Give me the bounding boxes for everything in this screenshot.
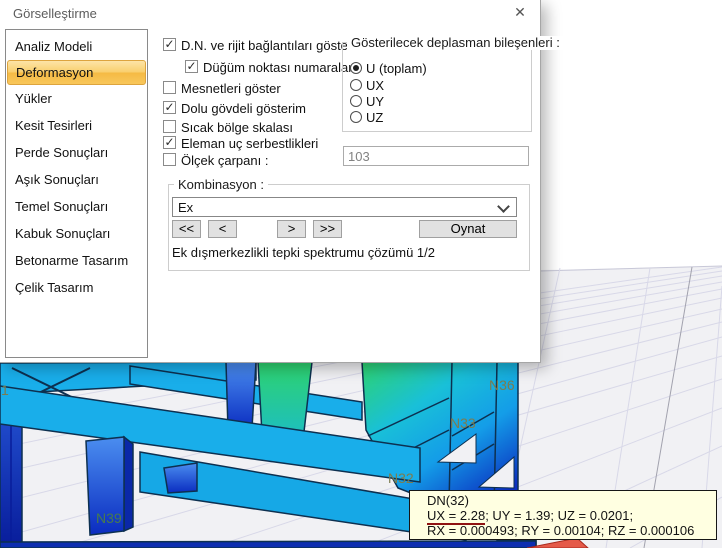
beam-bottom-edge [0,540,537,548]
combination-dropdown[interactable]: Ex [172,197,517,217]
checkbox-node-numbers-label: Düğüm noktası numaraları [203,60,357,75]
play-button[interactable]: Oynat [419,220,517,238]
next-step-button[interactable]: > [277,220,306,238]
tooltip-node-id: DN(32) [427,493,469,508]
combination-selected-value: Ex [178,200,194,215]
column-n39-side [123,435,134,533]
checkbox-scale-factor[interactable] [163,153,176,166]
sidebar-item-perde-sonuclari[interactable]: Perde Sonuçları [6,139,147,166]
radio-uz[interactable] [350,111,362,123]
checkbox-end-releases[interactable]: ✓ [163,136,176,149]
combination-status-text: Ek dışmerkezlikli tepki spektrumu çözümü… [172,245,435,260]
node-label-n39: N39 [96,510,122,526]
sidebar-item-celik-tasarim[interactable]: Çelik Tasarım [6,274,147,301]
sidebar-item-betonarme-tasarim[interactable]: Betonarme Tasarım [6,247,147,274]
sidebar-item-kabuk-sonuclari[interactable]: Kabuk Sonuçları [6,220,147,247]
checkbox-dn-rijit-label: D.N. ve rijit bağlantıları göster [181,38,353,53]
checkbox-dn-rijit[interactable]: ✓ [163,38,176,51]
checkbox-solid-body-label: Dolu gövdeli gösterim [181,101,307,116]
radio-uy[interactable] [350,95,362,107]
radio-uz-label: UZ [366,110,384,125]
radio-uy-label: UY [366,94,385,109]
node-label-partial: 1 [1,382,9,398]
radio-ux[interactable] [350,79,362,91]
visualization-dialog: Görselleştirme ✕ Analiz Modeli Deformasy… [0,0,564,363]
sidebar-item-temel-sonuclari[interactable]: Temel Sonuçları [6,193,147,220]
checkbox-hot-zone[interactable] [163,120,176,133]
last-step-button[interactable]: >> [313,220,342,238]
checkbox-node-numbers[interactable]: ✓ [185,60,198,73]
sidebar-item-deformasyon[interactable]: Deformasyon [7,60,146,85]
sidebar-item-analiz-modeli[interactable]: Analiz Modeli [6,33,147,60]
tooltip-rotations: RX = 0.000493; RY = 0.00104; RZ = 0.0001… [427,523,695,538]
checkbox-supports[interactable] [163,81,176,94]
previous-step-button[interactable]: < [208,220,237,238]
dialog-title: Görselleştirme [13,6,97,21]
checkbox-end-releases-label: Eleman uç serbestlikleri [181,136,319,151]
node-label-n36: N36 [489,377,515,393]
radio-u-total-label: U (toplam) [366,61,427,76]
combination-group-title: Kombinasyon : [174,178,268,192]
scale-factor-input[interactable] [343,146,529,166]
sidebar-item-kesit-tesirleri[interactable]: Kesit Tesirleri [6,112,147,139]
sidebar-item-asik-sonuclari[interactable]: Aşık Sonuçları [6,166,147,193]
node-label-n33: N33 [450,415,476,431]
checkbox-solid-body[interactable]: ✓ [163,101,176,114]
checkbox-hot-zone-label: Sıcak bölge skalası [181,120,294,135]
node-result-tooltip: DN(32) UX = 2.28; UY = 1.39; UZ = 0.0201… [409,490,717,540]
radio-u-total[interactable] [350,62,362,74]
radio-ux-label: UX [366,78,385,93]
displacement-group-title: Gösterilecek deplasman bileşenleri : [347,36,564,50]
close-icon[interactable]: ✕ [506,2,534,23]
checkbox-scale-factor-label: Ölçek çarpanı : [181,153,269,168]
sidebar-item-yukler[interactable]: Yükler [6,85,147,112]
first-step-button[interactable]: << [172,220,201,238]
category-list: Analiz Modeli Deformasyon Yükler Kesit T… [5,29,148,358]
checkbox-supports-label: Mesnetleri göster [181,81,281,96]
node-label-n32: N32 [388,470,414,486]
column-stub [163,462,198,494]
tooltip-displacements: ; UY = 1.39; UZ = 0.0201; [485,508,634,523]
chevron-down-icon [497,200,510,213]
